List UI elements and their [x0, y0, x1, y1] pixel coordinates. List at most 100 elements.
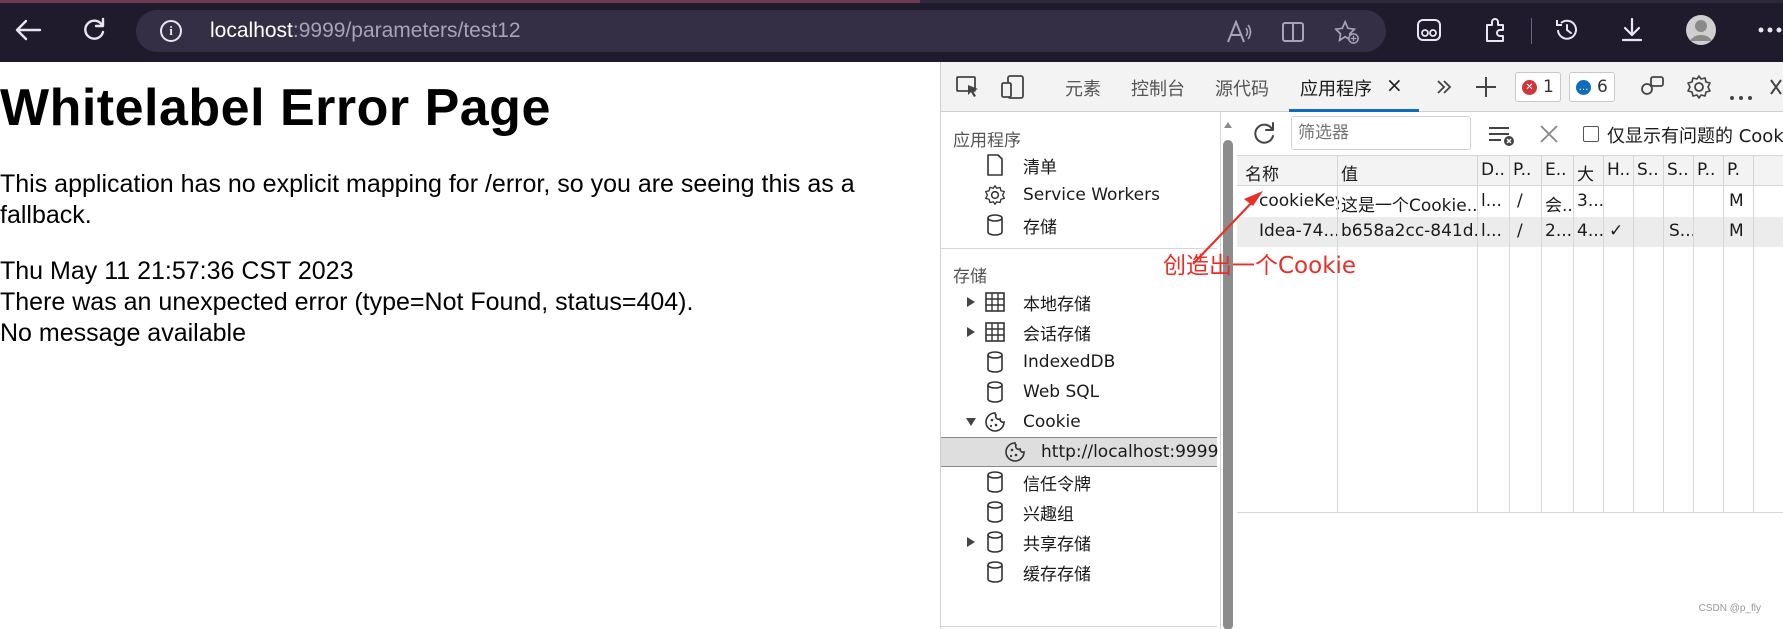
- sidebar-item-service-workers[interactable]: Service Workers: [941, 180, 1217, 210]
- column-divider[interactable]: [1693, 156, 1694, 512]
- column-header-domain[interactable]: D..: [1481, 160, 1507, 180]
- tab-console[interactable]: 控制台: [1131, 75, 1185, 101]
- scroll-up-arrow-icon[interactable]: [1223, 120, 1233, 130]
- cookie-row[interactable]: Idea-74... b658a2cc-841d... l... / 2... …: [1237, 217, 1783, 247]
- expand-arrow-icon[interactable]: [959, 530, 983, 554]
- sidebar-item-shared-storage[interactable]: 共享存储: [941, 527, 1217, 557]
- column-divider[interactable]: [1753, 156, 1754, 512]
- sidebar-scrollbar[interactable]: [1223, 120, 1233, 629]
- error-icon: ✕: [1522, 79, 1537, 95]
- cookie-path-cell: /: [1517, 221, 1523, 241]
- delete-selected-icon[interactable]: [1539, 124, 1559, 148]
- cookie-expires-cell: 会..: [1545, 196, 1573, 216]
- sidebar-item-trust-tokens[interactable]: 信任令牌: [941, 467, 1217, 497]
- history-icon[interactable]: [1547, 10, 1587, 50]
- database-icon: [983, 530, 1007, 554]
- only-issues-label: 仅显示有问题的 Cook: [1607, 126, 1783, 147]
- address-bar[interactable]: i localhost:9999/parameters/test12: [136, 10, 1386, 52]
- error-message: No message available: [0, 319, 246, 347]
- cookie-name-cell: Idea-74...: [1259, 221, 1339, 241]
- column-divider[interactable]: [1723, 156, 1724, 512]
- column-header-value[interactable]: 值: [1341, 160, 1471, 185]
- feedback-icon[interactable]: [1639, 75, 1665, 103]
- inspect-element-icon[interactable]: [955, 74, 981, 104]
- profile-avatar-icon[interactable]: [1681, 10, 1721, 50]
- sidebar-item-session-storage[interactable]: 会话存储: [941, 317, 1217, 347]
- sidebar-item-interest-groups[interactable]: 兴趣组: [941, 497, 1217, 527]
- error-timestamp: Thu May 11 21:57:36 CST 2023: [0, 257, 354, 285]
- sidebar-item-cookies[interactable]: Cookie: [941, 407, 1217, 437]
- sidebar-item-cache-storage[interactable]: 缓存存储: [941, 557, 1217, 587]
- column-header-path[interactable]: P..: [1513, 160, 1539, 180]
- column-divider[interactable]: [1337, 156, 1338, 512]
- tab-sources[interactable]: 源代码: [1215, 75, 1269, 101]
- column-divider[interactable]: [1633, 156, 1634, 512]
- sidebar-item-local-storage[interactable]: 本地存储: [941, 287, 1217, 317]
- column-divider[interactable]: [1477, 156, 1478, 512]
- refresh-icon[interactable]: [74, 10, 114, 50]
- downloads-icon[interactable]: [1612, 10, 1652, 50]
- cookie-icon: [983, 410, 1007, 434]
- tab-application[interactable]: 应用程序: [1300, 75, 1372, 101]
- cookie-size-cell: 3...: [1577, 191, 1603, 211]
- errors-badge[interactable]: ✕ 1: [1515, 72, 1561, 102]
- device-emulation-icon[interactable]: [1000, 74, 1026, 104]
- cookie-filter-input[interactable]: [1291, 116, 1471, 150]
- column-header-httponly[interactable]: H..: [1607, 160, 1631, 180]
- extensions-icon[interactable]: [1475, 10, 1515, 50]
- column-header-name[interactable]: 名称: [1245, 160, 1335, 185]
- expand-arrow-icon[interactable]: [959, 320, 983, 344]
- column-header-expires[interactable]: E..: [1545, 160, 1571, 180]
- cookie-row[interactable]: cookieKey 这是一个Cookie... l... / 会.. 3... …: [1237, 187, 1783, 217]
- url-text[interactable]: localhost:9999/parameters/test12: [210, 19, 521, 43]
- sidebar-item-manifest[interactable]: 清单: [941, 150, 1217, 180]
- more-tabs-chevron-icon[interactable]: [1435, 78, 1453, 100]
- split-screen-icon[interactable]: [1280, 19, 1306, 45]
- sidebar-item-indexeddb[interactable]: IndexedDB: [941, 347, 1217, 377]
- close-tab-icon[interactable]: ×: [1386, 73, 1403, 97]
- devtools-more-icon[interactable]: [1729, 86, 1753, 105]
- application-sidebar: 应用程序 清单 Service Workers 存储 存储 本地存储 会话存储 …: [941, 112, 1221, 629]
- column-divider[interactable]: [1509, 156, 1510, 512]
- column-header-partition[interactable]: P..: [1697, 160, 1721, 180]
- clear-filtered-cookies-icon[interactable]: [1487, 123, 1515, 151]
- column-divider[interactable]: [1573, 156, 1574, 512]
- web-page-content: Whitelabel Error Page This application h…: [0, 62, 940, 629]
- section-title-application: 应用程序: [953, 131, 1021, 151]
- close-devtools-icon[interactable]: [1769, 78, 1783, 100]
- devtools-panel: 元素 控制台 源代码 应用程序 × ✕ 1 … 6 应用程序 清单 Servic…: [940, 62, 1783, 629]
- sidebar-item-storage-overview[interactable]: 存储: [941, 210, 1217, 240]
- column-header-samesite[interactable]: S..: [1667, 160, 1691, 180]
- scrollbar-thumb[interactable]: [1223, 140, 1233, 629]
- more-options-icon[interactable]: [1750, 10, 1783, 50]
- grid-table-icon: [983, 320, 1007, 344]
- column-header-size[interactable]: 大: [1577, 160, 1603, 185]
- message-icon: …: [1576, 79, 1591, 95]
- expand-arrow-icon[interactable]: [959, 290, 983, 314]
- read-aloud-icon[interactable]: [1226, 19, 1252, 45]
- cookie-table-header: 名称 值 D.. P.. E.. 大 H.. S.. S.. P.. P.: [1237, 156, 1783, 186]
- cookie-priority-cell: M: [1729, 191, 1744, 211]
- browser-essentials-icon[interactable]: [1409, 10, 1449, 50]
- tab-elements[interactable]: 元素: [1065, 75, 1101, 101]
- only-issues-checkbox[interactable]: [1583, 126, 1599, 142]
- cookie-value-cell: b658a2cc-841d...: [1341, 221, 1477, 241]
- column-divider[interactable]: [1603, 156, 1604, 512]
- table-bottom-border: [1237, 512, 1783, 513]
- collapse-arrow-icon[interactable]: [959, 410, 983, 434]
- refresh-cookies-icon[interactable]: [1251, 121, 1277, 151]
- site-info-icon[interactable]: i: [160, 20, 182, 42]
- watermark: CSDN @p_fly: [1698, 603, 1761, 614]
- column-header-secure[interactable]: S..: [1637, 160, 1661, 180]
- sidebar-item-cookie-origin[interactable]: http://localhost:9999: [941, 437, 1218, 467]
- back-arrow-icon[interactable]: [8, 10, 48, 50]
- settings-gear-icon[interactable]: [1686, 74, 1712, 104]
- add-favorite-icon[interactable]: [1334, 19, 1360, 45]
- column-divider[interactable]: [1541, 156, 1542, 512]
- add-tab-icon[interactable]: [1474, 75, 1498, 103]
- column-header-priority[interactable]: P.: [1727, 160, 1751, 180]
- column-divider[interactable]: [1663, 156, 1664, 512]
- messages-badge[interactable]: … 6: [1569, 72, 1615, 102]
- sidebar-item-web-sql[interactable]: Web SQL: [941, 377, 1217, 407]
- annotation-label: 创造出一个Cookie: [1163, 253, 1357, 279]
